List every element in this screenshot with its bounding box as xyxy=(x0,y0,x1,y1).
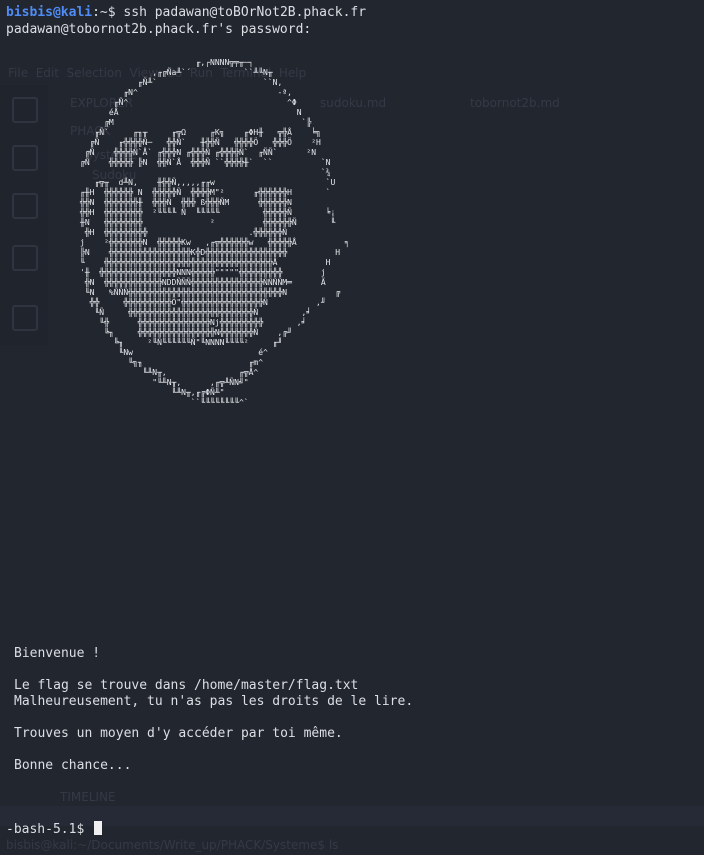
prompt-path: :~ xyxy=(92,5,108,20)
bash-prompt-line[interactable]: -bash-5.1$ xyxy=(6,821,103,837)
no-rights-message: Malheureusement, tu n'as pas les droits … xyxy=(14,694,414,709)
good-luck-message: Bonne chance... xyxy=(14,758,132,773)
prompt-at: @ xyxy=(52,5,61,20)
welcome-message: Bienvenue ! xyxy=(14,646,101,661)
terminal-window[interactable]: bisbis@kali:~$ ssh padawan@toBOrNot2B.ph… xyxy=(0,0,704,855)
prompt-user: bisbis xyxy=(6,5,53,20)
ascii-art-trollface: ╓,┌NNNN╦╤╥─┐ ,╓╔Ña╨`´ ``╨╙N╥ ╓Ñ╨` ``N, ╓… xyxy=(80,58,350,407)
password-prompt: padawan@tobornot2b.phack.fr's password: xyxy=(6,22,312,37)
prompt-host: kali xyxy=(60,5,93,20)
ssh-command-line: bisbis@kali:~$ ssh padawan@toBOrNot2B.ph… xyxy=(6,5,366,21)
hint-message: Trouves un moyen d'y accéder par toi mêm… xyxy=(14,726,343,741)
flag-location-message: Le flag se trouve dans /home/master/flag… xyxy=(14,678,359,693)
bash-prompt: -bash-5.1$ xyxy=(6,822,93,837)
terminal-cursor xyxy=(94,821,103,835)
prompt-sigil: $ xyxy=(107,5,124,20)
ssh-command: ssh padawan@toBOrNot2B.phack.fr xyxy=(123,5,367,20)
